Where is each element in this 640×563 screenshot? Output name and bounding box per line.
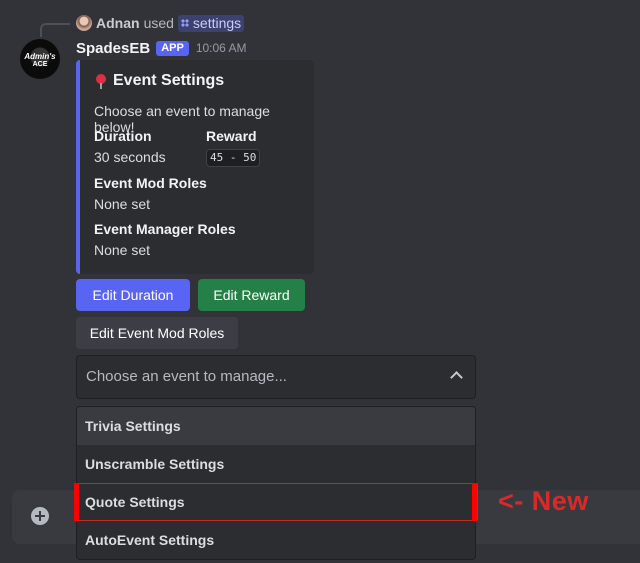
- option-autoevent-settings[interactable]: AutoEvent Settings: [77, 521, 475, 559]
- edit-mod-roles-button[interactable]: Edit Event Mod Roles: [76, 317, 238, 349]
- bot-name[interactable]: SpadesEB: [76, 40, 150, 57]
- event-select-placeholder: Choose an event to manage...: [86, 368, 287, 385]
- option-quote-settings[interactable]: Quote Settings: [77, 483, 475, 521]
- app-badge: APP: [156, 40, 189, 56]
- embed-title-text: Event Settings: [113, 72, 225, 89]
- avatar-text-bottom: ACE: [32, 61, 48, 68]
- reply-header: Adnan used settings: [76, 14, 245, 32]
- field-mod-roles-name: Event Mod Roles: [94, 175, 207, 191]
- edit-duration-button[interactable]: Edit Duration: [76, 279, 190, 311]
- slash-command-icon: [180, 19, 189, 27]
- embed-title: Event Settings: [94, 72, 224, 90]
- edit-reward-button[interactable]: Edit Reward: [198, 279, 305, 311]
- pin-icon: [94, 72, 108, 90]
- event-select[interactable]: Choose an event to manage...: [76, 355, 476, 399]
- highlight-right-bar: [472, 483, 477, 521]
- field-mod-roles-value: None set: [94, 196, 151, 212]
- option-unscramble-settings[interactable]: Unscramble Settings: [77, 445, 475, 483]
- timestamp: 10:06 AM: [195, 41, 247, 55]
- settings-embed: Event Settings Choose an event to manage…: [76, 60, 314, 274]
- field-manager-roles-name: Event Manager Roles: [94, 221, 236, 237]
- command-mention[interactable]: settings: [177, 14, 245, 32]
- add-attachment-icon[interactable]: [31, 507, 49, 525]
- field-manager-roles-value: None set: [94, 242, 151, 258]
- command-name: settings: [192, 15, 242, 31]
- reply-connector: [40, 23, 70, 37]
- replied-user-name[interactable]: Adnan: [96, 15, 140, 31]
- field-duration-value: 30 seconds: [94, 149, 166, 165]
- chevron-up-icon[interactable]: [450, 371, 463, 384]
- used-text: used: [143, 15, 174, 31]
- highlight-left-bar: [74, 483, 79, 521]
- field-duration-name: Duration: [94, 128, 152, 144]
- bot-avatar[interactable]: Admin's ACE: [20, 39, 60, 79]
- message-header: SpadesEB APP 10:06 AM: [76, 38, 247, 58]
- replied-user-avatar[interactable]: [76, 15, 92, 31]
- new-annotation-label: <- New: [498, 486, 589, 516]
- field-reward-value: 45 - 50: [206, 149, 261, 167]
- event-select-menu: Trivia Settings Unscramble Settings Quot…: [76, 406, 476, 560]
- field-reward-name: Reward: [206, 128, 257, 144]
- avatar-text-top: Admin's: [24, 52, 56, 61]
- option-trivia-settings[interactable]: Trivia Settings: [77, 407, 475, 445]
